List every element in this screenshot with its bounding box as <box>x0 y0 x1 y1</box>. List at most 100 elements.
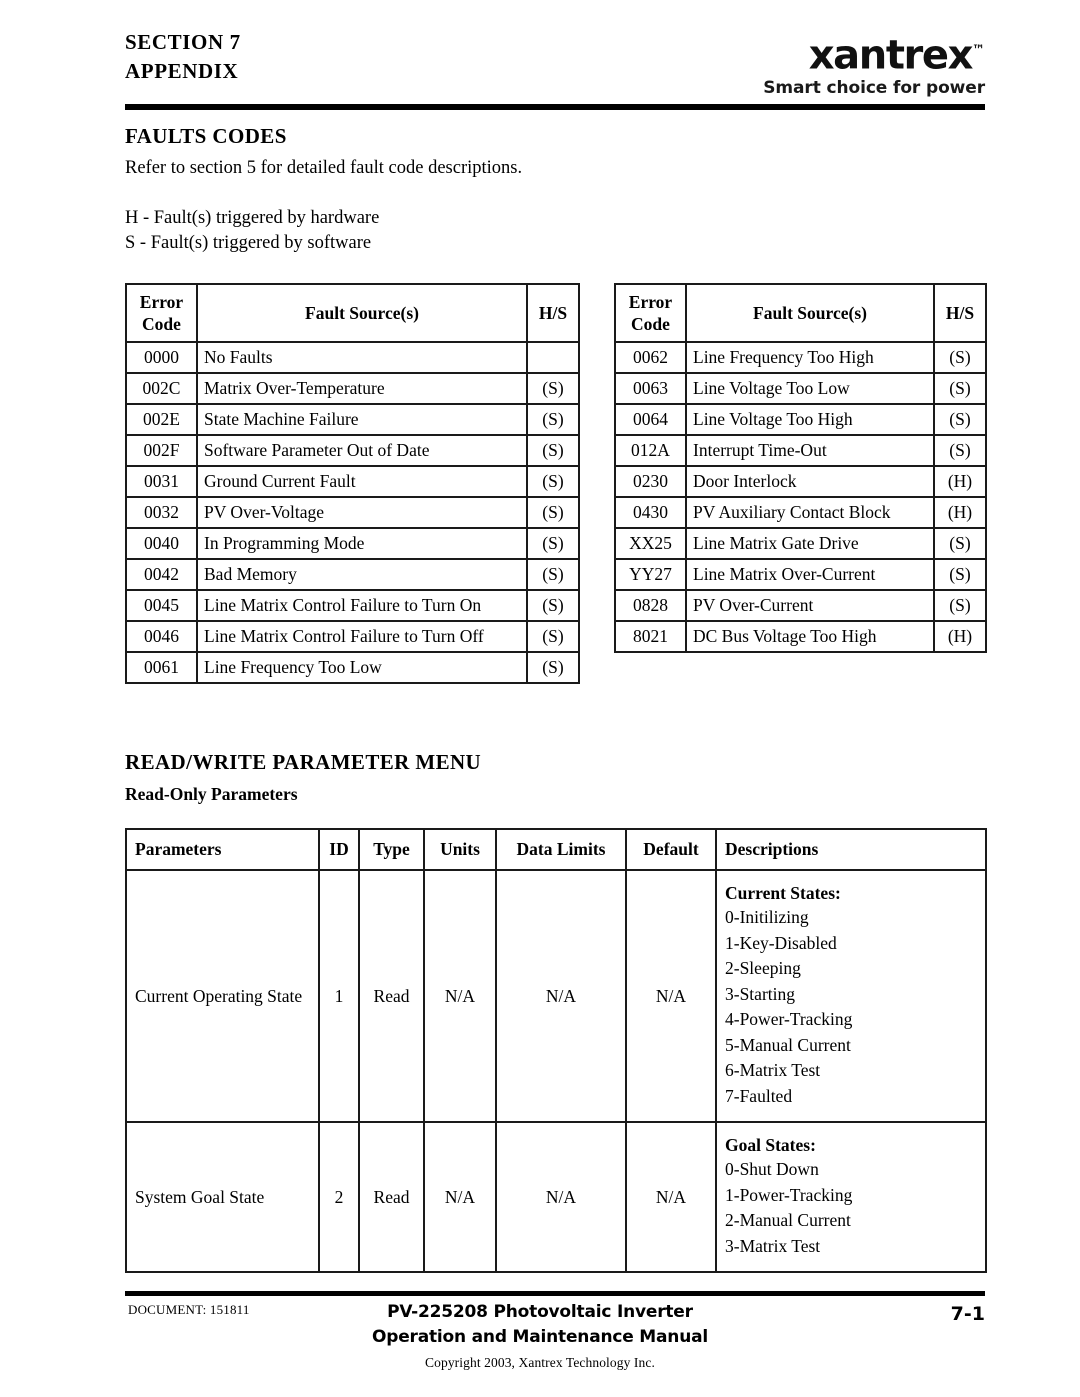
states-list-item: 7-Faulted <box>725 1085 793 1106</box>
logo-tagline: Smart choice for power <box>763 78 985 99</box>
cell-fault-source: Line Matrix Gate Drive <box>685 527 935 560</box>
cell-fault-source: Line Matrix Control Failure to Turn Off <box>196 620 528 653</box>
column-header-code: Code <box>631 314 670 334</box>
xantrex-logo: xantrex™ Smart choice for power <box>755 30 985 99</box>
section-heading-line2: APPENDIX <box>125 59 239 83</box>
cell-fault-source: Interrupt Time-Out <box>685 434 935 467</box>
param-table-body: Current Operating State 1 Read N/A N/A N/A Cur… <box>125 869 987 1273</box>
table-row: 0040 In Programming Mode (S) <box>125 527 580 560</box>
section-heading-line1: SECTION 7 <box>125 30 241 54</box>
cell-error-code: 8021 <box>614 620 687 653</box>
cell-error-code: 0061 <box>125 651 198 684</box>
column-header-units: Units <box>423 828 497 871</box>
cell-error-code: 002C <box>125 372 198 405</box>
column-header-id: ID <box>318 828 360 871</box>
cell-hs: (S) <box>933 558 987 591</box>
column-header-hs: H/S <box>933 283 987 343</box>
cell-error-code: 0063 <box>614 372 687 405</box>
states-list-item: 0-Shut Down <box>725 1159 819 1179</box>
cell-type: Read <box>358 1121 425 1273</box>
cell-hs: (H) <box>933 465 987 498</box>
cell-descriptions: Current States: 0-Initilizing 1-Key-Disabl… <box>715 869 987 1123</box>
cell-descriptions: Goal States: 0-Shut Down 1-Power-Tracking 2… <box>715 1121 987 1273</box>
cell-units: N/A <box>423 1121 497 1273</box>
cell-fault-source: Software Parameter Out of Date <box>196 434 528 467</box>
table-row: 0063 Line Voltage Too Low (S) <box>614 372 987 405</box>
cell-hs: (S) <box>526 620 580 653</box>
cell-error-code: 0040 <box>125 527 198 560</box>
table-row: 0032 PV Over-Voltage (S) <box>125 496 580 529</box>
parameter-menu-heading: READ/WRITE PARAMETER MENU <box>125 750 482 774</box>
cell-fault-source: Line Voltage Too Low <box>685 372 935 405</box>
cell-hs: (S) <box>526 527 580 560</box>
column-header-code: Code <box>142 314 181 334</box>
cell-fault-source: Ground Current Fault <box>196 465 528 498</box>
states-list-item: 0-Initilizing <box>725 907 809 927</box>
cell-hs: (S) <box>933 341 987 374</box>
column-header-error-code: Error Code <box>614 283 687 343</box>
cell-fault-source: Line Frequency Too High <box>685 341 935 374</box>
cell-fault-source: State Machine Failure <box>196 403 528 436</box>
states-title: Current States: <box>725 883 841 903</box>
table-row: 012A Interrupt Time-Out (S) <box>614 434 987 467</box>
column-header-descriptions: Descriptions <box>715 828 987 871</box>
footer-page-number: 7-1 <box>950 1303 985 1325</box>
cell-hs: (S) <box>526 589 580 622</box>
footer-title-line1: PV-225208 Photovoltaic Inverter <box>387 1302 693 1322</box>
table-row: 0430 PV Auxiliary Contact Block (H) <box>614 496 987 529</box>
table-header-row: Error Code Fault Source(s) H/S <box>614 283 987 343</box>
cell-hs: (S) <box>526 372 580 405</box>
table-row: YY27 Line Matrix Over-Current (S) <box>614 558 987 591</box>
cell-fault-source: Line Matrix Control Failure to Turn On <box>196 589 528 622</box>
cell-hs: (H) <box>933 620 987 653</box>
table-header-row: Error Code Fault Source(s) H/S <box>125 283 580 343</box>
cell-id: 1 <box>318 869 360 1123</box>
cell-error-code: XX25 <box>614 527 687 560</box>
table-row: 002F Software Parameter Out of Date (S) <box>125 434 580 467</box>
cell-hs: (S) <box>933 434 987 467</box>
table-row: 0000 No Faults <box>125 341 580 374</box>
states-title: Goal States: <box>725 1135 816 1155</box>
cell-error-code: 012A <box>614 434 687 467</box>
states-list-item: 5-Manual Current <box>725 1034 851 1055</box>
table-row: 0828 PV Over-Current (S) <box>614 589 987 622</box>
cell-hs: (S) <box>526 403 580 436</box>
faults-codes-heading: FAULTS CODES <box>125 124 287 148</box>
cell-hs: (S) <box>526 558 580 591</box>
column-header-error-code: Error Code <box>125 283 198 343</box>
faults-intro-text: Refer to section 5 for detailed fault co… <box>125 158 523 178</box>
cell-hs: (S) <box>526 434 580 467</box>
states-list-item: 6-Matrix Test <box>725 1060 821 1080</box>
logo-wordmark-text: xantrex <box>808 32 974 79</box>
fault-table-left-body: 0000 No Faults 002C Matrix Over-Temperature… <box>125 341 580 684</box>
cell-hs: (S) <box>526 496 580 529</box>
cell-fault-source: Line Frequency Too Low <box>196 651 528 684</box>
cell-error-code: 0046 <box>125 620 198 653</box>
footer-title-block: PV-225208 Photovoltaic Inverter Operatio… <box>0 1300 1080 1371</box>
legend-software: S - Fault(s) triggered by software <box>125 233 372 253</box>
column-header-fault-source: Fault Source(s) <box>685 283 935 343</box>
cell-error-code: 0828 <box>614 589 687 622</box>
section-heading: SECTION 7 APPENDIX <box>125 28 241 86</box>
cell-fault-source: DC Bus Voltage Too High <box>685 620 935 653</box>
cell-fault-source: Bad Memory <box>196 558 528 591</box>
cell-fault-source: Line Matrix Over-Current <box>685 558 935 591</box>
cell-units: N/A <box>423 869 497 1123</box>
cell-parameter-name: System Goal State <box>125 1121 320 1273</box>
cell-hs: (S) <box>933 372 987 405</box>
cell-hs <box>526 341 580 374</box>
page-header: SECTION 7 APPENDIX xantrex™ Smart choice… <box>125 28 985 98</box>
table-row: 002E State Machine Failure (S) <box>125 403 580 436</box>
cell-error-code: 002E <box>125 403 198 436</box>
cell-error-code: 0031 <box>125 465 198 498</box>
column-header-error: Error <box>628 292 673 312</box>
footer-title-line2: Operation and Maintenance Manual <box>372 1327 708 1347</box>
states-list: 0-Shut Down 1-Power-Tracking 2-Manual Curr… <box>725 1157 977 1259</box>
cell-hs: (S) <box>526 465 580 498</box>
table-row: 8021 DC Bus Voltage Too High (H) <box>614 620 987 653</box>
document-page: SECTION 7 APPENDIX xantrex™ Smart choice… <box>0 0 1080 1397</box>
cell-fault-source: In Programming Mode <box>196 527 528 560</box>
fault-table-right-body: 0062 Line Frequency Too High (S) 0063 Line V… <box>614 341 987 653</box>
cell-fault-source: PV Auxiliary Contact Block <box>685 496 935 529</box>
column-header-default: Default <box>625 828 717 871</box>
